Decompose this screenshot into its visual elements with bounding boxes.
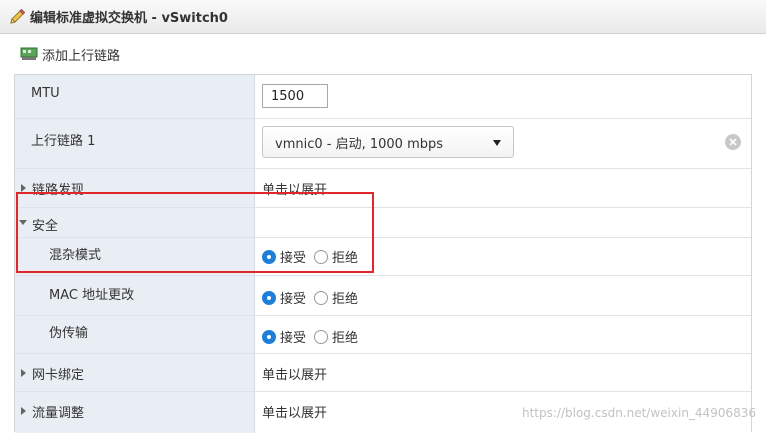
traffic-shaping-expand-link[interactable]: 单击以展开	[262, 402, 327, 421]
uplink-1-select-value: vmnic0 - 启动, 1000 mbps	[275, 136, 444, 152]
value-cell	[256, 75, 751, 118]
collapse-caret-icon[interactable]	[19, 220, 27, 225]
label-cell: 上行链路 1	[15, 119, 255, 168]
security-label: 安全	[32, 219, 59, 234]
row-nic-teaming[interactable]: 网卡绑定 单击以展开	[15, 354, 751, 392]
link-discovery-label: 链路发现	[32, 183, 85, 198]
mac-change-reject-radio[interactable]	[314, 290, 329, 305]
mac-change-accept-option[interactable]: 接受	[262, 288, 306, 307]
properties-grid: MTU 上行链路 1 vmnic0 - 启动, 1000 mbps	[14, 74, 752, 433]
forged-transmits-radio-group: 接受 拒绝	[262, 327, 366, 346]
promiscuous-reject-option[interactable]: 拒绝	[314, 247, 358, 266]
forged-accept-label: 接受	[280, 331, 307, 346]
nic-teaming-label: 网卡绑定	[32, 368, 85, 383]
promiscuous-mode-radio-group: 接受 拒绝	[262, 247, 366, 266]
forged-reject-label: 拒绝	[332, 331, 359, 346]
forged-transmits-label: 伪传输	[49, 326, 89, 341]
mtu-input[interactable]	[262, 84, 328, 108]
promiscuous-reject-radio[interactable]	[314, 249, 329, 264]
nic-teaming-expand-link[interactable]: 单击以展开	[262, 364, 327, 383]
label-cell: MTU	[15, 75, 255, 118]
promiscuous-accept-option[interactable]: 接受	[262, 247, 306, 266]
promiscuous-accept-label: 接受	[280, 251, 307, 266]
label-cell: MAC 地址更改	[15, 276, 255, 315]
toolbar: 添加上行链路	[0, 34, 766, 74]
network-card-icon	[20, 46, 38, 62]
forged-accept-option[interactable]: 接受	[262, 327, 306, 346]
caret-down-icon	[493, 140, 501, 146]
row-uplink-1: 上行链路 1 vmnic0 - 启动, 1000 mbps	[15, 119, 751, 169]
pencil-icon	[6, 6, 28, 28]
mac-change-radio-group: 接受 拒绝	[262, 288, 366, 307]
row-link-discovery[interactable]: 链路发现 单击以展开	[15, 169, 751, 208]
mac-change-label: MAC 地址更改	[49, 288, 135, 303]
value-cell: 接受 拒绝	[256, 316, 751, 353]
forged-reject-option[interactable]: 拒绝	[314, 327, 358, 346]
value-cell: 接受 拒绝	[256, 238, 751, 275]
expand-caret-icon[interactable]	[21, 369, 26, 377]
value-cell: 单击以展开	[256, 169, 751, 207]
mac-change-accept-radio[interactable]	[262, 290, 276, 305]
label-cell: 安全	[15, 208, 255, 237]
forged-accept-radio[interactable]	[262, 329, 276, 344]
label-cell: 混杂模式	[15, 238, 255, 275]
value-cell: 接受 拒绝	[256, 276, 751, 315]
dialog-title: 编辑标准虚拟交换机 - vSwitch0	[30, 11, 228, 26]
mac-change-reject-label: 拒绝	[332, 292, 359, 307]
traffic-shaping-label: 流量调整	[32, 406, 85, 421]
expand-caret-icon[interactable]	[21, 184, 26, 192]
row-forged-transmits: 伪传输 接受 拒绝	[15, 316, 751, 354]
value-cell: 单击以展开	[256, 354, 751, 391]
forged-reject-radio[interactable]	[314, 329, 329, 344]
add-uplink-label: 添加上行链路	[42, 48, 121, 64]
mac-change-accept-label: 接受	[280, 292, 307, 307]
row-security[interactable]: 安全	[15, 208, 751, 238]
promiscuous-reject-label: 拒绝	[332, 251, 359, 266]
row-mtu: MTU	[15, 75, 751, 119]
uplink-1-select[interactable]: vmnic0 - 启动, 1000 mbps	[262, 126, 514, 158]
add-uplink-button[interactable]: 添加上行链路	[20, 45, 120, 64]
mac-change-reject-option[interactable]: 拒绝	[314, 288, 358, 307]
row-mac-address-change: MAC 地址更改 接受 拒绝	[15, 276, 751, 316]
remove-uplink-button[interactable]	[725, 134, 741, 150]
link-discovery-expand-link[interactable]: 单击以展开	[262, 179, 327, 198]
watermark: https://blog.csdn.net/weixin_44906836	[521, 406, 756, 420]
label-cell: 伪传输	[15, 316, 255, 353]
label-cell: 流量调整	[15, 392, 255, 433]
value-cell: vmnic0 - 启动, 1000 mbps	[256, 119, 751, 168]
promiscuous-mode-label: 混杂模式	[49, 248, 102, 263]
uplink-1-label: 上行链路 1	[31, 134, 96, 149]
value-cell	[256, 208, 751, 237]
row-promiscuous-mode: 混杂模式 接受 拒绝	[15, 238, 751, 276]
label-cell: 链路发现	[15, 169, 255, 207]
dialog-titlebar: 编辑标准虚拟交换机 - vSwitch0	[0, 0, 766, 34]
close-icon	[729, 138, 737, 146]
promiscuous-accept-radio[interactable]	[262, 249, 276, 264]
expand-caret-icon[interactable]	[21, 407, 26, 415]
label-cell: 网卡绑定	[15, 354, 255, 391]
mtu-label: MTU	[31, 86, 60, 101]
